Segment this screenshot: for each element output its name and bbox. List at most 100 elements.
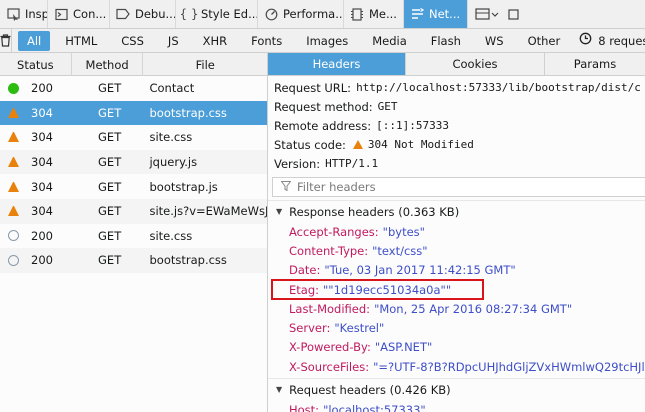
cached-icon: [8, 254, 19, 266]
status-cell: 200: [0, 253, 72, 267]
status-code-label: Status code:: [274, 137, 346, 152]
tab-network-label: Net...: [429, 7, 461, 21]
request-row[interactable]: 200 GET bootstrap.css: [0, 248, 267, 273]
file-cell: site.css: [149, 130, 193, 145]
request-row[interactable]: 304 GET jquery.js: [0, 149, 267, 175]
network-icon: [410, 7, 424, 21]
warning-icon: [352, 140, 363, 149]
header-row[interactable]: Server: "Kestrel": [268, 318, 645, 337]
filter-other[interactable]: Other: [519, 31, 570, 51]
status-code: 200: [31, 81, 53, 96]
response-headers-section[interactable]: ▼ Response headers (0.363 KB): [268, 200, 645, 222]
timer-icon: [579, 32, 592, 49]
tab-inspector-label: Inspe...: [25, 7, 48, 21]
dock-icon: [507, 8, 519, 20]
request-details: Headers Cookies Params Request URL: http…: [268, 53, 645, 412]
split-console-button[interactable]: [468, 0, 506, 28]
filter-icon: [280, 180, 292, 194]
tab-debugger[interactable]: Debu...: [110, 0, 176, 28]
devtools-toolbar: Inspe... Con... Debu... { } Style Ed... …: [0, 0, 645, 29]
performance-icon: [264, 7, 278, 21]
filter-css[interactable]: CSS: [112, 31, 153, 51]
tab-console-label: Con...: [73, 7, 107, 21]
tab-cookies[interactable]: Cookies: [406, 53, 545, 75]
tab-style-editor[interactable]: { } Style Ed...: [176, 0, 258, 28]
tab-headers[interactable]: Headers: [268, 53, 406, 75]
filter-xhr[interactable]: XHR: [194, 31, 237, 51]
method-cell: GET: [98, 179, 122, 194]
request-row[interactable]: 304 GET bootstrap.js: [0, 174, 267, 199]
trash-icon: [0, 34, 11, 47]
column-method[interactable]: Method: [72, 53, 144, 76]
network-filter-bar: All HTML CSS JS XHR Fonts Images Media F…: [0, 28, 645, 53]
expand-triangle-icon: ▼: [276, 385, 283, 395]
debugger-icon: [116, 7, 130, 21]
tab-console[interactable]: Con...: [48, 0, 110, 28]
header-name: Server:: [289, 321, 331, 336]
status-code: 200: [31, 253, 53, 268]
status-cell: 304: [0, 106, 72, 120]
request-count: 8 requests,: [598, 33, 645, 48]
method-cell: GET: [98, 204, 122, 219]
tab-params[interactable]: Params: [545, 53, 645, 75]
request-row[interactable]: 304 GET site.js?v=EWaMeWsJBY: [0, 198, 267, 224]
request-summary-block: Request URL: http://localhost:57333/lib/…: [268, 76, 645, 173]
tab-performance[interactable]: Performa...: [258, 0, 344, 28]
method-cell: GET: [98, 105, 122, 120]
filter-headers-input[interactable]: Filter headers: [272, 177, 645, 197]
tab-inspector[interactable]: Inspe...: [0, 0, 48, 28]
header-row[interactable]: Content-Type: "text/css": [268, 241, 645, 260]
header-row[interactable]: X-SourceFiles: "=?UTF-8?B?RDpcUHJhdGljZVx…: [268, 357, 645, 376]
header-row[interactable]: X-Powered-By: "ASP.NET": [268, 338, 645, 357]
request-row[interactable]: 304 GET site.css: [0, 125, 267, 150]
request-row[interactable]: 304 GET bootstrap.css: [0, 100, 267, 126]
column-file[interactable]: File: [143, 53, 267, 76]
details-tabs: Headers Cookies Params: [268, 53, 645, 76]
header-value: "Kestrel": [334, 321, 385, 336]
header-value: "Tue, 03 Jan 2017 11:42:15 GMT": [324, 263, 516, 278]
expand-triangle-icon: ▼: [276, 207, 283, 216]
warning-icon: [8, 107, 19, 118]
header-row[interactable]: Last-Modified: "Mon, 25 Apr 2016 08:27:34…: [268, 299, 645, 318]
header-row[interactable]: Host: "localhost:57333": [268, 400, 645, 412]
layout-icon: [475, 8, 499, 20]
request-row[interactable]: 200 GET Contact: [0, 76, 267, 101]
header-row[interactable]: Date: "Tue, 03 Jan 2017 11:42:15 GMT": [268, 261, 645, 280]
header-name: Content-Type:: [289, 243, 369, 258]
request-list-header: Status Method File: [0, 53, 267, 76]
status-cell: 200: [0, 229, 72, 243]
dock-button[interactable]: [506, 0, 520, 28]
header-name: Date:: [289, 263, 321, 278]
http-version-label: Version:: [274, 156, 321, 171]
status-code: 304: [31, 179, 53, 194]
filter-media[interactable]: Media: [363, 31, 416, 51]
console-icon: [54, 7, 68, 21]
file-cell: site.js?v=EWaMeWsJBY: [149, 204, 267, 219]
filter-html[interactable]: HTML: [56, 31, 106, 51]
request-summary: 8 requests,: [579, 32, 645, 49]
method-cell: GET: [98, 155, 122, 170]
header-value: "text/css": [372, 243, 428, 258]
tab-network[interactable]: Net...: [404, 0, 468, 28]
filter-flash[interactable]: Flash: [422, 31, 470, 51]
tab-memory-label: Me...: [369, 7, 397, 21]
column-status[interactable]: Status: [0, 53, 72, 76]
request-row[interactable]: 200 GET site.css: [0, 224, 267, 249]
filter-images[interactable]: Images: [297, 31, 357, 51]
request-headers-section[interactable]: ▼ Request headers (0.426 KB): [268, 378, 645, 400]
tab-memory[interactable]: Me...: [344, 0, 404, 28]
header-value: "bytes": [382, 224, 425, 239]
warning-icon: [8, 181, 19, 192]
filter-fonts[interactable]: Fonts: [242, 31, 291, 51]
filter-all[interactable]: All: [18, 30, 51, 51]
filter-js[interactable]: JS: [159, 31, 188, 51]
clear-button[interactable]: [0, 28, 12, 53]
header-row[interactable]: Accept-Ranges: "bytes": [268, 222, 645, 241]
file-cell: bootstrap.js: [149, 179, 218, 194]
request-url: Request URL: http://localhost:57333/lib/…: [268, 78, 645, 97]
header-name: Accept-Ranges:: [289, 224, 379, 239]
status-cell: 304: [0, 130, 72, 144]
filter-ws[interactable]: WS: [476, 31, 513, 51]
status-code: 304: [31, 155, 53, 170]
style-editor-icon: { }: [179, 7, 199, 21]
